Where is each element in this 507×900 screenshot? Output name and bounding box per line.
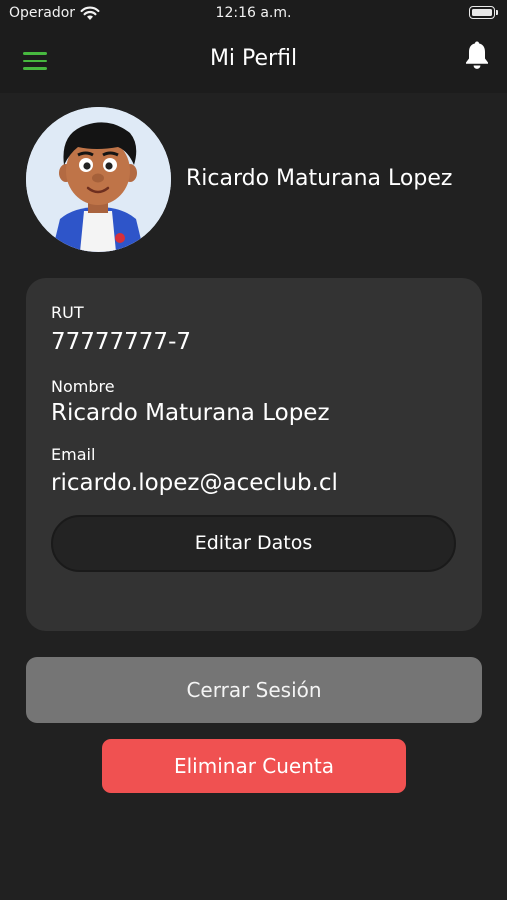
email-label: Email [51,445,96,464]
delete-account-button[interactable]: Eliminar Cuenta [102,739,406,793]
email-value: ricardo.lopez@aceclub.cl [51,470,338,496]
bell-icon[interactable] [464,40,490,70]
logout-button[interactable]: Cerrar Sesión [26,657,482,723]
page-title: Mi Perfil [209,46,298,71]
profile-screen: Operador 12:16 a.m. Mi Perfil Ricardo Ma… [0,0,507,900]
profile-info-card: RUT 77777777-7 Nombre Ricardo Maturana L… [26,278,482,631]
clock: 12:16 a.m. [215,5,292,21]
name-value: Ricardo Maturana Lopez [51,400,330,426]
rut-value: 77777777-7 [51,329,191,355]
profile-name: Ricardo Maturana Lopez [186,166,453,191]
battery-full-icon [469,6,498,19]
status-bar: Operador 12:16 a.m. [0,0,507,30]
edit-data-button[interactable]: Editar Datos [51,515,456,572]
rut-label: RUT [51,303,84,322]
app-header: Mi Perfil [0,30,507,93]
name-label: Nombre [51,377,115,396]
avatar-illustration [26,107,171,252]
avatar [26,107,171,252]
